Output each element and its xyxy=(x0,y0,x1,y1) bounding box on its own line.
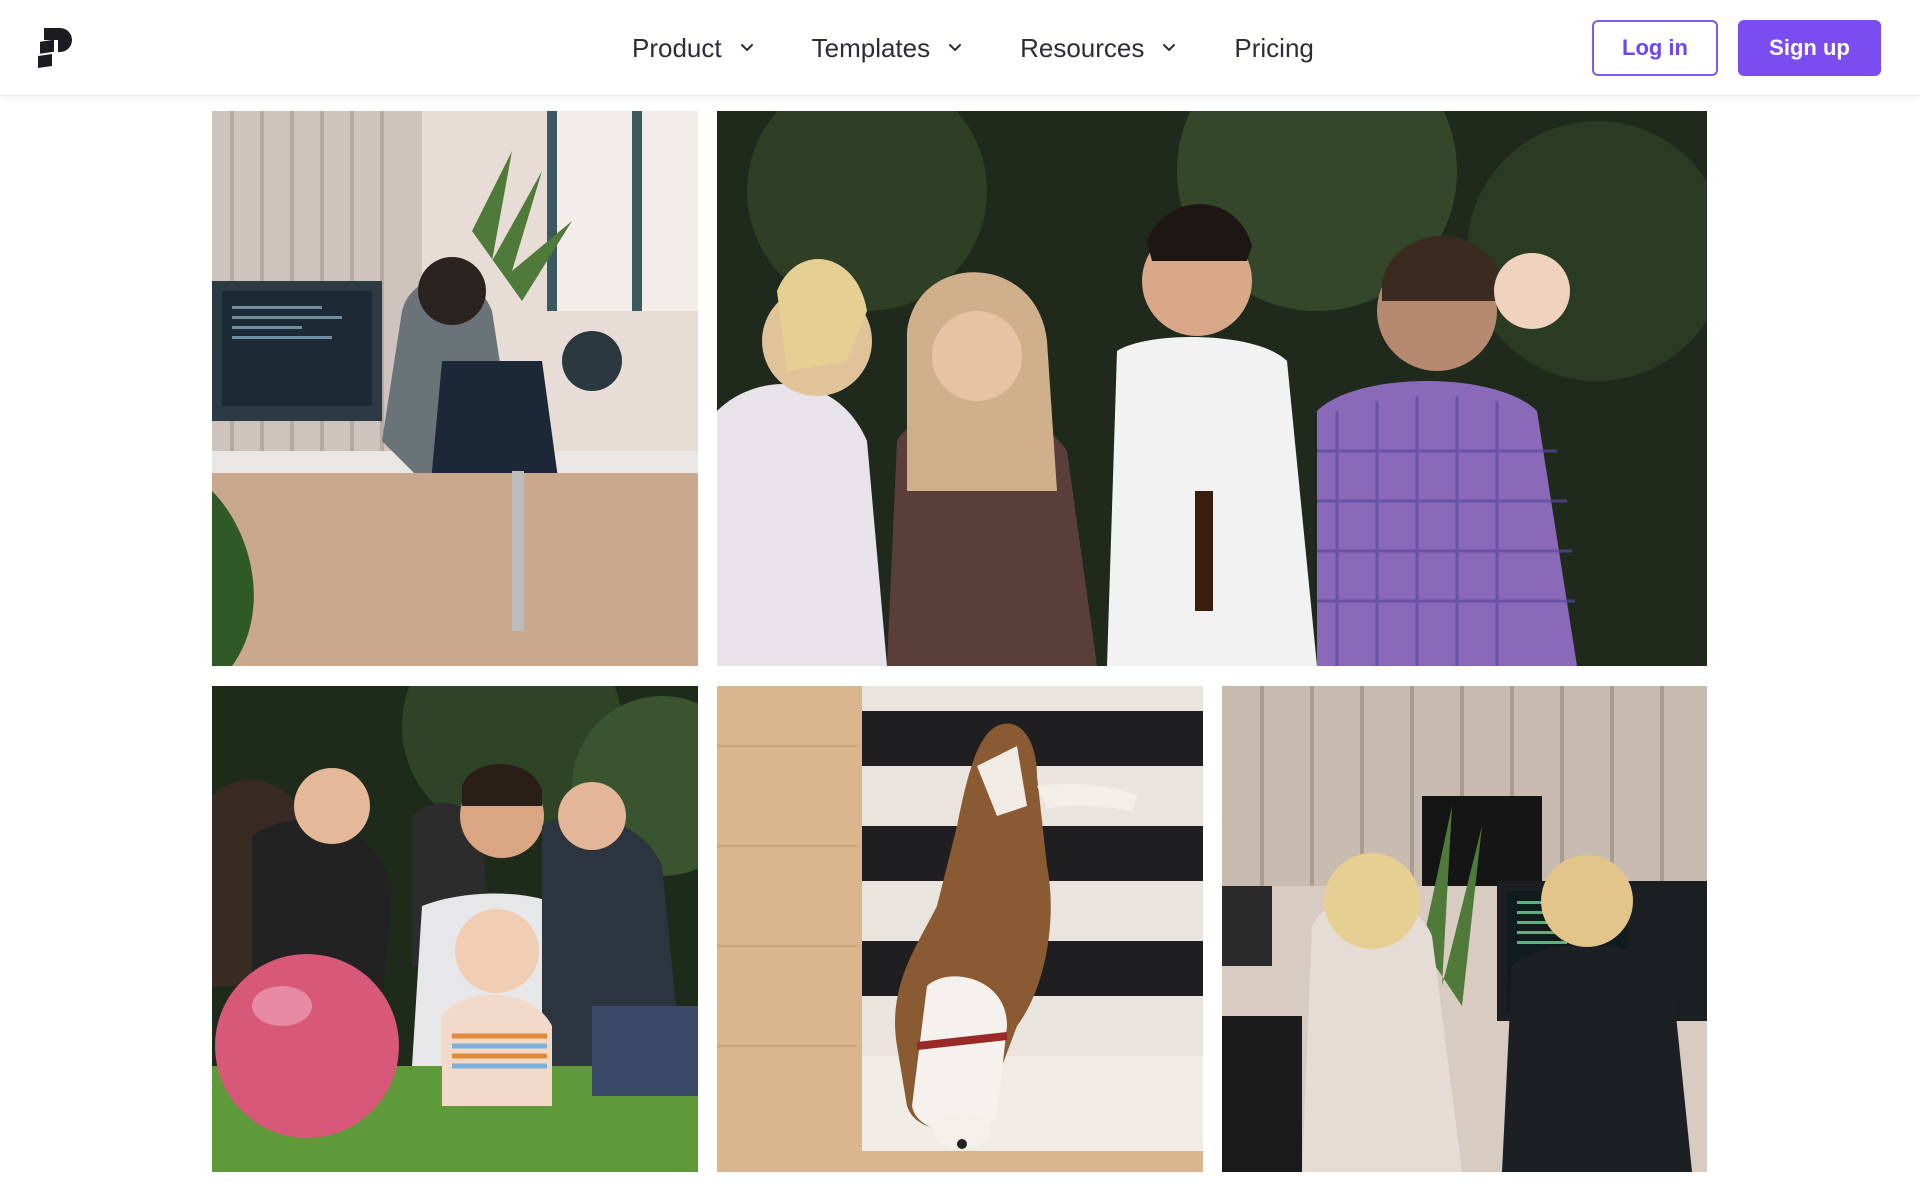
nav-resources-label: Resources xyxy=(1020,32,1145,63)
chevron-down-icon xyxy=(740,44,753,52)
gallery-photo-office xyxy=(212,111,698,666)
top-navigation-bar: Product Templates Resources Pricing Log … xyxy=(0,0,1920,96)
nav-templates[interactable]: Templates xyxy=(812,33,963,64)
nav-templates-label: Templates xyxy=(811,32,931,63)
nav-pricing[interactable]: Pricing xyxy=(1234,33,1313,64)
nav-product[interactable]: Product xyxy=(632,33,754,64)
brand-logo-icon[interactable] xyxy=(38,26,78,70)
chevron-down-icon xyxy=(1163,44,1176,52)
chevron-down-icon xyxy=(949,44,962,52)
gallery-photo-dog xyxy=(717,686,1203,1172)
log-in-button[interactable]: Log in xyxy=(1592,20,1718,76)
nav-resources[interactable]: Resources xyxy=(1020,33,1176,64)
nav-product-label: Product xyxy=(632,32,722,63)
gallery-photo-team xyxy=(1222,686,1707,1172)
main-nav: Product Templates Resources Pricing xyxy=(632,0,1314,96)
nav-pricing-label: Pricing xyxy=(1234,32,1314,63)
sign-up-button[interactable]: Sign up xyxy=(1738,20,1881,76)
gallery-photo-picnic xyxy=(212,686,698,1172)
gallery-photo-friends xyxy=(717,111,1707,666)
